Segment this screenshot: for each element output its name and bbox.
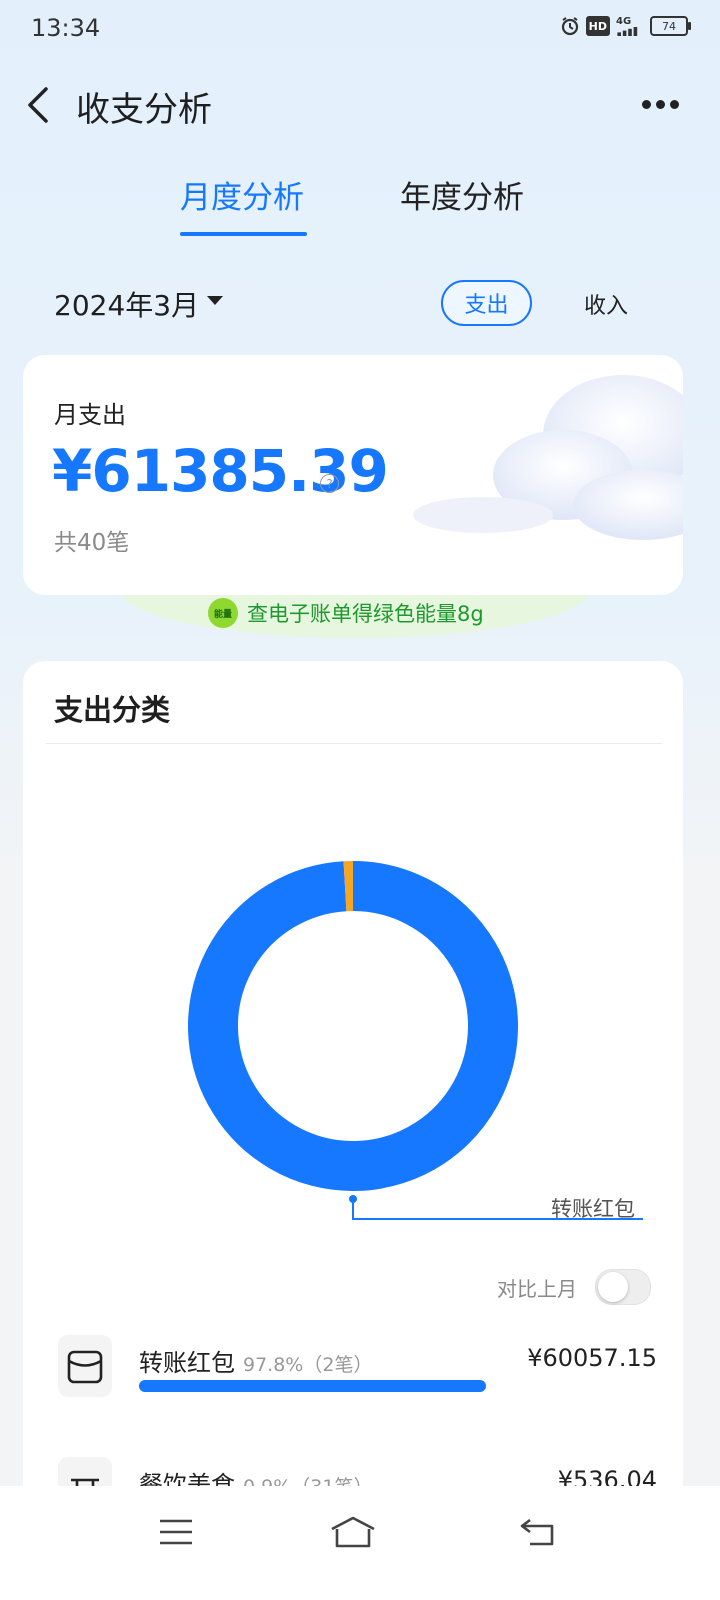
chart-leader-label: 转账红包	[551, 1197, 635, 1221]
category-name: 转账红包	[139, 1349, 235, 1377]
help-icon[interactable]: ?	[320, 474, 339, 493]
expense-toggle-button[interactable]: 支出	[441, 280, 532, 326]
energy-banner-text[interactable]: 查电子账单得绿色能量8g	[247, 598, 484, 628]
compare-last-month-label: 对比上月	[497, 1277, 577, 1301]
divider	[45, 743, 662, 744]
category-title: 支出分类	[54, 693, 171, 727]
category-bar-track	[139, 1380, 494, 1392]
wallet-icon	[58, 1335, 112, 1397]
status-time: 13:34	[31, 14, 101, 42]
tab-indicator	[180, 232, 307, 236]
status-icons: HD 4G 74	[560, 16, 691, 36]
more-dot	[655, 99, 665, 109]
tab-yearly[interactable]: 年度分析	[400, 172, 524, 217]
hd-icon: HD	[585, 16, 610, 36]
back-button[interactable]	[24, 86, 54, 124]
summary-count: 共40笔	[54, 530, 130, 556]
toggle-knob	[598, 1272, 628, 1302]
caret-down-icon[interactable]	[207, 296, 223, 305]
cloud-decoration	[413, 375, 683, 540]
back-icon[interactable]	[508, 1512, 568, 1552]
alarm-icon	[560, 16, 580, 36]
monthly-summary-card: 月支出 ¥61385.39 ? 共40笔	[23, 355, 683, 595]
category-card: 支出分类 转账红包 对比上月 转账红包 97.8%（2笔） ¥60057.15 餐…	[23, 661, 683, 1561]
more-button[interactable]	[640, 94, 680, 114]
energy-icon: 能量	[208, 598, 238, 628]
summary-label: 月支出	[54, 401, 126, 429]
system-nav-bar	[0, 1486, 720, 1600]
chevron-left-icon	[28, 87, 48, 123]
category-share: 97.8%（2笔）	[243, 1354, 373, 1376]
menu-icon[interactable]	[146, 1512, 206, 1552]
page-title: 收支分析	[76, 90, 212, 130]
network-type: 4G	[616, 16, 632, 27]
summary-amount: ¥61385.39	[52, 437, 389, 505]
category-bar-fill	[139, 1380, 487, 1392]
compare-toggle[interactable]	[595, 1269, 651, 1305]
category-row-transfer[interactable]: 转账红包 97.8%（2笔）	[139, 1343, 372, 1378]
donut-slice-0[interactable]	[188, 861, 518, 1191]
more-dots-icon	[641, 99, 651, 109]
battery-level: 74	[662, 19, 676, 33]
category-donut-chart[interactable]	[188, 861, 518, 1191]
battery-icon: 74	[650, 16, 691, 36]
more-dot	[669, 99, 679, 109]
category-amount: ¥60057.15	[527, 1344, 657, 1372]
signal-icon: 4G	[616, 16, 644, 36]
home-icon[interactable]	[323, 1512, 383, 1552]
date-selector[interactable]: 2024年3月	[54, 284, 199, 324]
tab-monthly[interactable]: 月度分析	[180, 172, 304, 217]
income-toggle-button[interactable]: 收入	[584, 288, 628, 320]
